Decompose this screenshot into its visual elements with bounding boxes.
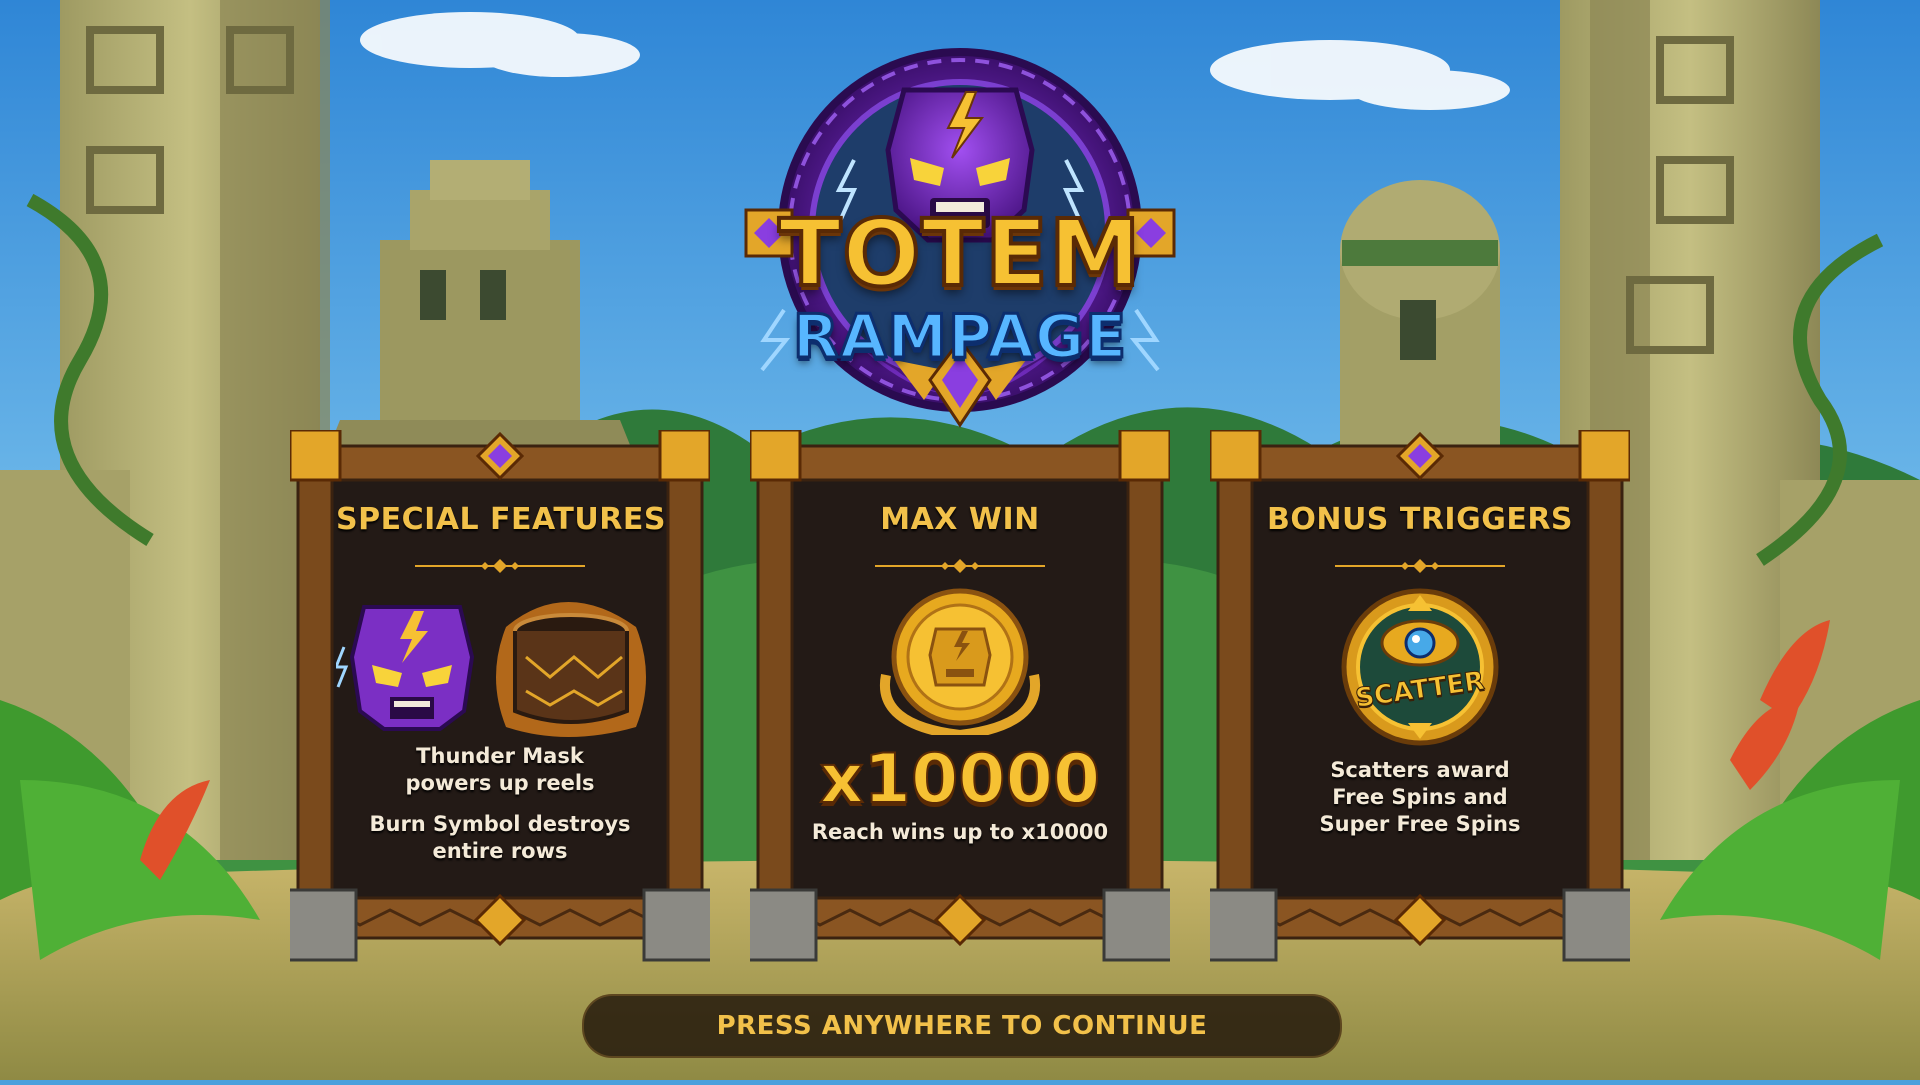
panel-title: BONUS TRIGGERS [1266, 502, 1574, 537]
desc-scatters: Scatters award Free Spins and Super Free… [1319, 758, 1521, 836]
panel-content: BONUS TRIGGERS SCATTER Scatters award Fr… [1256, 490, 1584, 870]
panel-max-win: MAX WIN x10000 Reach wins up to x10000 [750, 430, 1170, 965]
panel-title: MAX WIN [880, 502, 1040, 537]
max-win-value: x10000 [819, 740, 1101, 819]
panel-content: MAX WIN x10000 Reach wins up to x10000 [796, 490, 1124, 870]
desc-thunder-mask: Thunder Mask powers up reels [405, 744, 595, 795]
panel-bonus-triggers: BONUS TRIGGERS SCATTER Scatters award Fr… [1210, 430, 1630, 965]
title-rampage: RAMPAGE [791, 301, 1128, 374]
ornament-divider [1335, 559, 1505, 573]
ornament-divider [875, 559, 1045, 573]
press-to-continue-button[interactable]: PRESS ANYWHERE TO CONTINUE [582, 994, 1342, 1058]
desc-max-win: Reach wins up to x10000 [811, 820, 1109, 844]
ornament-divider [415, 559, 585, 573]
panel-content: SPECIAL FEATURES Thunder Mask powers up … [333, 490, 666, 870]
game-logo: TOTEM RAMPAGE [744, 40, 1176, 440]
gold-coin-icon [796, 585, 1124, 741]
feature-icons [333, 587, 664, 737]
scatter-icon: SCATTER [1256, 587, 1584, 747]
panel-special-features: SPECIAL FEATURES Thunder Mask powers up … [290, 430, 710, 965]
panel-title: SPECIAL FEATURES [336, 502, 666, 537]
desc-burn-symbol: Burn Symbol destroys entire rows [369, 812, 631, 863]
title-totem: TOTEM [776, 198, 1142, 309]
continue-label: PRESS ANYWHERE TO CONTINUE [716, 1011, 1208, 1041]
thunder-mask-icon [333, 605, 475, 731]
burn-drum-icon [496, 602, 646, 737]
